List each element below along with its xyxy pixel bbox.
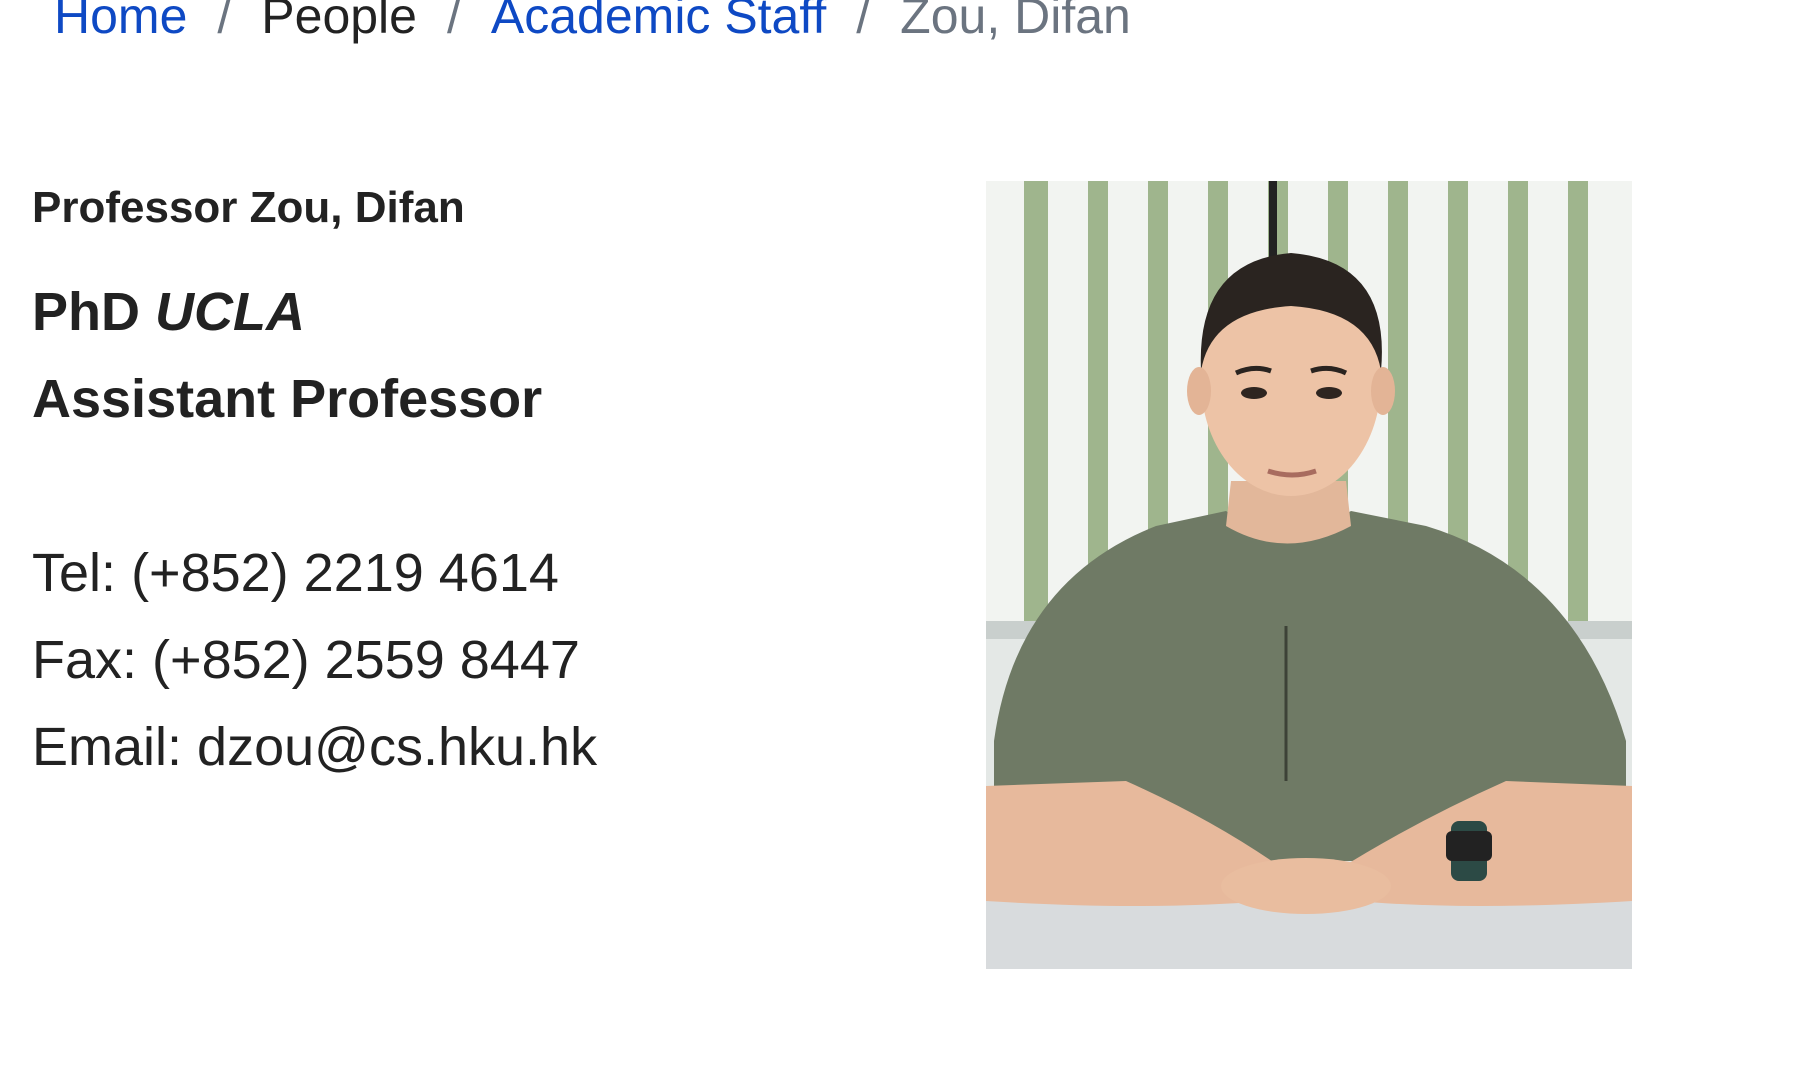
tel-label: Tel: (32, 543, 117, 603)
contact-tel: Tel: (+852) 2219 4614 (32, 540, 559, 606)
breadcrumb-separator: / (217, 0, 232, 44)
degree: PhD (32, 282, 140, 342)
breadcrumb-separator: / (856, 0, 871, 44)
profile-name: Professor Zou, Difan (32, 183, 465, 232)
breadcrumb-current-page: Zou, Difan (900, 0, 1131, 44)
email-value: dzou@cs.hku.hk (197, 717, 598, 777)
breadcrumb: Home / People / Academic Staff / Zou, Di… (54, 0, 1131, 48)
fax-value: (+852) 2559 8447 (152, 630, 580, 690)
breadcrumb-separator: / (446, 0, 461, 44)
breadcrumb-home-link[interactable]: Home (54, 0, 187, 48)
fax-label: Fax: (32, 630, 138, 690)
degree-institution: UCLA (155, 282, 305, 342)
breadcrumb-academic-staff-link[interactable]: Academic Staff (491, 0, 826, 48)
degree-line: PhD UCLA (32, 279, 305, 345)
breadcrumb-people[interactable]: People (261, 0, 417, 48)
position-title: Assistant Professor (32, 369, 543, 429)
contact-email: Email: dzou@cs.hku.hk (32, 714, 597, 780)
email-label: Email: (32, 717, 183, 777)
tel-value: (+852) 2219 4614 (131, 543, 559, 603)
profile-photo (986, 181, 1632, 969)
contact-fax: Fax: (+852) 2559 8447 (32, 627, 580, 693)
